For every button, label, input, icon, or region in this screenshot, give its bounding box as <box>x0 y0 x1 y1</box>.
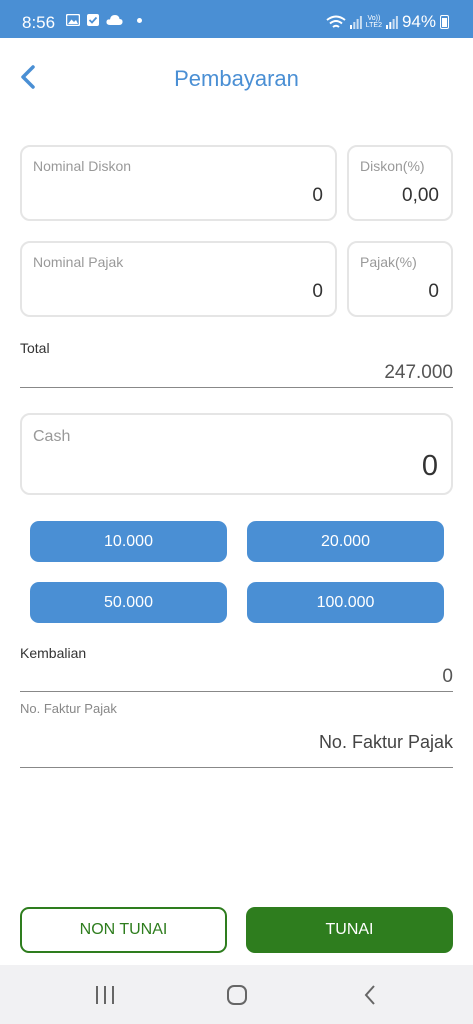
cloud-icon <box>106 15 123 25</box>
battery-percent: 94% <box>401 12 436 31</box>
system-back-button[interactable] <box>355 981 385 1009</box>
status-bar: 8:56 Vo)) LTE2 94% <box>0 0 473 38</box>
tax-nominal-field[interactable]: Nominal Pajak 0 <box>20 241 337 317</box>
change-value: 0 <box>442 666 453 687</box>
signal-icon <box>349 16 362 29</box>
change-field: 0 <box>20 664 453 692</box>
tax-nominal-label: Nominal Pajak <box>33 254 124 270</box>
home-icon <box>227 985 247 1005</box>
signal-2-icon <box>385 16 398 29</box>
tax-percent-value: 0 <box>428 281 439 302</box>
quick-amount-button[interactable]: 100.000 <box>247 582 444 623</box>
quick-amount-button[interactable]: 20.000 <box>247 521 444 562</box>
total-value: 247.000 <box>384 362 453 383</box>
status-time: 8:56 <box>22 13 56 32</box>
back-arrow-icon <box>364 985 375 1005</box>
cash-value: 0 <box>421 450 438 482</box>
discount-nominal-value: 0 <box>312 185 323 206</box>
tax-percent-field[interactable]: Pajak(%) 0 <box>347 241 453 317</box>
recent-apps-icon <box>96 986 114 1004</box>
discount-nominal-field[interactable]: Nominal Diskon 0 <box>20 145 337 221</box>
battery-icon <box>440 15 449 29</box>
lte-indicator: Vo)) LTE2 <box>365 15 382 29</box>
discount-percent-value: 0,00 <box>402 185 439 206</box>
wifi-icon <box>326 15 346 28</box>
discount-percent-field[interactable]: Diskon(%) 0,00 <box>347 145 453 221</box>
discount-nominal-label: Nominal Diskon <box>33 158 132 174</box>
more-notifications-icon <box>137 17 142 23</box>
notification-icons <box>66 14 142 26</box>
tax-invoice-input[interactable]: No. Faktur Pajak <box>20 722 453 768</box>
tax-nominal-value: 0 <box>312 281 323 302</box>
quick-amount-button[interactable]: 50.000 <box>30 582 227 623</box>
gallery-icon <box>66 14 80 26</box>
recent-apps-button[interactable] <box>90 981 120 1009</box>
cash-label: Cash <box>33 428 71 445</box>
page-title: Pembayaran <box>174 66 299 91</box>
total-field: 247.000 <box>20 360 453 388</box>
discount-percent-label: Diskon(%) <box>360 158 425 174</box>
quick-amount-button[interactable]: 10.000 <box>30 521 227 562</box>
total-label: Total <box>20 340 50 356</box>
change-label: Kembalian <box>20 645 87 661</box>
tax-percent-label: Pajak(%) <box>360 254 417 270</box>
tax-invoice-label: No. Faktur Pajak <box>20 701 117 716</box>
app-header: Pembayaran <box>0 38 473 118</box>
checkbox-icon <box>87 14 99 26</box>
system-nav-bar <box>0 965 473 1024</box>
non-cash-button[interactable]: NON TUNAI <box>20 907 227 953</box>
status-right: Vo)) LTE2 94% <box>326 12 449 32</box>
home-button[interactable] <box>222 981 252 1009</box>
cash-button[interactable]: TUNAI <box>246 907 453 953</box>
tax-invoice-placeholder: No. Faktur Pajak <box>318 732 453 752</box>
cash-input[interactable]: Cash 0 <box>20 413 453 495</box>
